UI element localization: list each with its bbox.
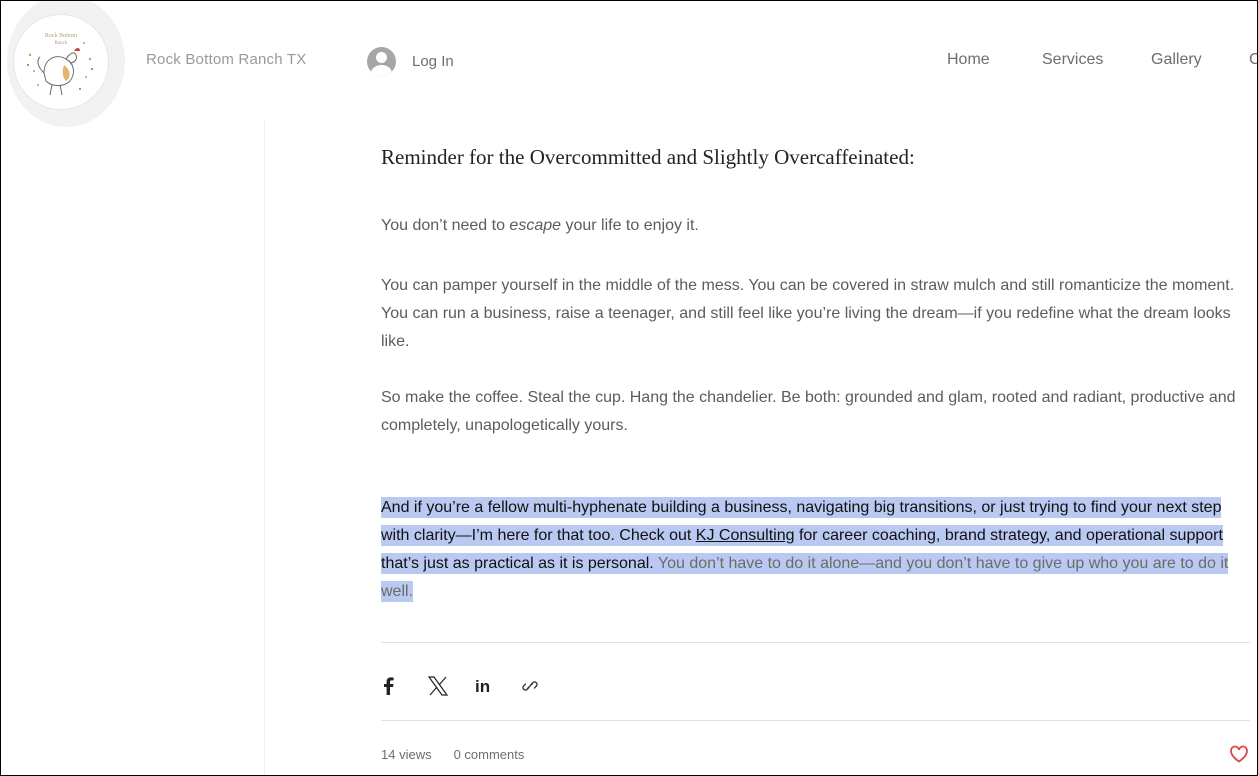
svg-text:in: in (475, 677, 490, 695)
facebook-icon[interactable] (381, 677, 395, 695)
post-stats: 14 views 0 comments (381, 747, 546, 762)
nav-home[interactable]: Home (947, 51, 990, 69)
like-heart-icon[interactable] (1229, 745, 1249, 768)
site-name[interactable]: Rock Bottom Ranch TX (146, 51, 306, 68)
divider-top (381, 642, 1250, 643)
paragraph-1: You don’t need to escape your life to en… (381, 217, 699, 234)
views-count: 14 views (381, 747, 432, 762)
paragraph-3: So make the coffee. Steal the cup. Hang … (381, 389, 1236, 434)
svg-text:Rock Bottom: Rock Bottom (45, 33, 78, 39)
nav-gallery[interactable]: Gallery (1151, 51, 1202, 69)
share-bar: in (381, 671, 565, 701)
site-header: Rock Bottom Ranch Rock Bottom Ranch TX L… (1, 1, 1257, 127)
x-icon[interactable] (427, 676, 449, 696)
linkedin-icon[interactable]: in (475, 677, 495, 695)
left-panel (1, 121, 265, 775)
divider-bottom (381, 720, 1250, 721)
user-avatar-icon (367, 47, 396, 76)
rooster-logo-icon: Rock Bottom Ranch (27, 33, 93, 96)
nav-item-cut-off[interactable]: C (1249, 51, 1257, 69)
login-label: Log In (412, 53, 454, 70)
nav-services[interactable]: Services (1042, 51, 1103, 69)
link-icon[interactable] (521, 677, 539, 695)
login-button[interactable]: Log In (367, 47, 454, 76)
kj-consulting-link[interactable]: KJ Consulting (696, 527, 795, 544)
paragraph-2: You can pamper yourself in the middle of… (381, 277, 1235, 350)
paragraph-4-highlighted: And if you’re a fellow multi-hyphenate b… (381, 497, 1229, 602)
svg-text:Ranch: Ranch (55, 41, 68, 46)
page-frame: Rock Bottom Ranch Rock Bottom Ranch TX L… (0, 0, 1258, 776)
post-title: Reminder for the Overcommitted and Sligh… (381, 145, 915, 169)
comments-count[interactable]: 0 comments (454, 747, 525, 762)
site-logo[interactable]: Rock Bottom Ranch (13, 14, 109, 110)
